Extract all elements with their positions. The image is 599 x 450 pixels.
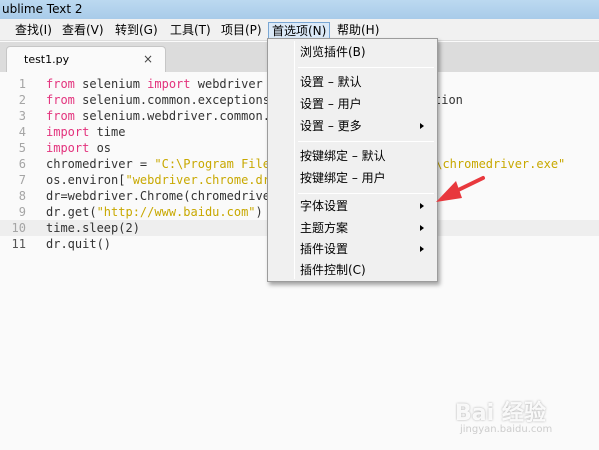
line-number: 5 xyxy=(18,141,26,155)
code-line-overflow: tion xyxy=(434,93,463,107)
submenu-arrow-icon xyxy=(420,246,424,252)
menu-find[interactable]: 查找(I) xyxy=(12,22,55,39)
code-line: from selenium.webdriver.common.k xyxy=(46,109,278,123)
menu-item-label: 设置 – 默认 xyxy=(300,75,362,89)
code-line: chromedriver = "C:\Program Files xyxy=(46,157,278,171)
menu-item-color-scheme[interactable]: 主题方案 xyxy=(268,217,437,239)
code-line: from selenium import webdriver xyxy=(46,77,263,91)
submenu-arrow-icon xyxy=(420,123,424,129)
code-line: time.sleep(2) xyxy=(46,221,140,235)
menu-item-keybindings-default[interactable]: 按键绑定 – 默认 xyxy=(268,145,437,167)
menu-goto[interactable]: 转到(G) xyxy=(112,22,161,39)
menu-item-label: 插件设置 xyxy=(300,242,349,256)
menu-item-settings-user[interactable]: 设置 – 用户 xyxy=(268,93,437,115)
code-line: dr.get("http://www.baidu.com") xyxy=(46,205,263,219)
code-line: from selenium.common.exceptions xyxy=(46,93,270,107)
menu-view[interactable]: 查看(V) xyxy=(59,22,107,39)
code-line-current: dr.quit() xyxy=(46,237,112,251)
tab-label: test1.py xyxy=(24,53,70,66)
code-line-overflow: n\chromedriver.exe" xyxy=(428,157,566,171)
window-title: ublime Text 2 xyxy=(2,2,83,16)
line-number-current: 11 xyxy=(11,237,26,251)
watermark-url: jingyan.baidu.com xyxy=(460,424,553,435)
menu-item-settings-default[interactable]: 设置 – 默认 xyxy=(268,71,437,93)
tab-test1-py[interactable]: test1.py × xyxy=(6,46,166,72)
menu-item-label: 浏览插件(B) xyxy=(300,45,366,59)
line-number: 7 xyxy=(18,173,26,187)
window-titlebar: ublime Text 2 xyxy=(0,0,599,19)
menu-item-label: 字体设置 xyxy=(300,199,349,213)
line-number: 3 xyxy=(18,109,26,123)
menu-help[interactable]: 帮助(H) xyxy=(334,22,382,39)
menu-separator xyxy=(298,67,434,68)
line-number: 1 xyxy=(18,77,26,91)
code-line: dr=webdriver.Chrome(chromedriver xyxy=(46,189,278,203)
line-number-gutter: 1 2 3 4 5 6 7 8 9 10 11 xyxy=(0,72,38,450)
menu-item-keybindings-user[interactable]: 按键绑定 – 用户 xyxy=(268,167,437,189)
line-number: 4 xyxy=(18,125,26,139)
close-icon[interactable]: × xyxy=(143,52,153,66)
menu-item-package-settings[interactable]: 插件设置 xyxy=(268,238,437,260)
menu-item-settings-more[interactable]: 设置 – 更多 xyxy=(268,115,437,137)
baidu-jingyan-logo: Bai 经验 xyxy=(455,401,546,426)
submenu-arrow-icon xyxy=(420,225,424,231)
menu-item-label: 设置 – 用户 xyxy=(300,97,362,111)
menu-item-browse-packages[interactable]: 浏览插件(B) xyxy=(268,41,437,63)
menu-item-label: 按键绑定 – 默认 xyxy=(300,149,386,163)
line-number: 9 xyxy=(18,205,26,219)
code-line: import time xyxy=(46,125,126,139)
menu-separator xyxy=(298,141,434,142)
menu-item-label: 插件控制(C) xyxy=(300,263,366,277)
line-number: 2 xyxy=(18,93,26,107)
menu-item-label: 设置 – 更多 xyxy=(300,119,362,133)
menu-preferences[interactable]: 首选项(N) xyxy=(268,22,331,39)
menu-project[interactable]: 项目(P) xyxy=(218,22,265,39)
menu-separator xyxy=(298,193,434,194)
menu-item-font-settings[interactable]: 字体设置 xyxy=(268,195,437,217)
line-number: 10 xyxy=(11,221,26,235)
watermark: Bai 经验 jingyan.baidu.com xyxy=(455,395,595,445)
submenu-arrow-icon xyxy=(420,203,424,209)
line-number: 8 xyxy=(18,189,26,203)
code-line: os.environ["webdriver.chrome.dri xyxy=(46,173,278,187)
code-line: import os xyxy=(46,141,112,155)
line-number: 6 xyxy=(18,157,26,171)
preferences-menu: 浏览插件(B) 设置 – 默认 设置 – 用户 设置 – 更多 按键绑定 – 默… xyxy=(267,38,438,282)
menu-tools[interactable]: 工具(T) xyxy=(167,22,214,39)
menu-item-package-control[interactable]: 插件控制(C) xyxy=(268,259,437,281)
menu-item-label: 按键绑定 – 用户 xyxy=(300,171,386,185)
menu-item-label: 主题方案 xyxy=(300,221,349,235)
